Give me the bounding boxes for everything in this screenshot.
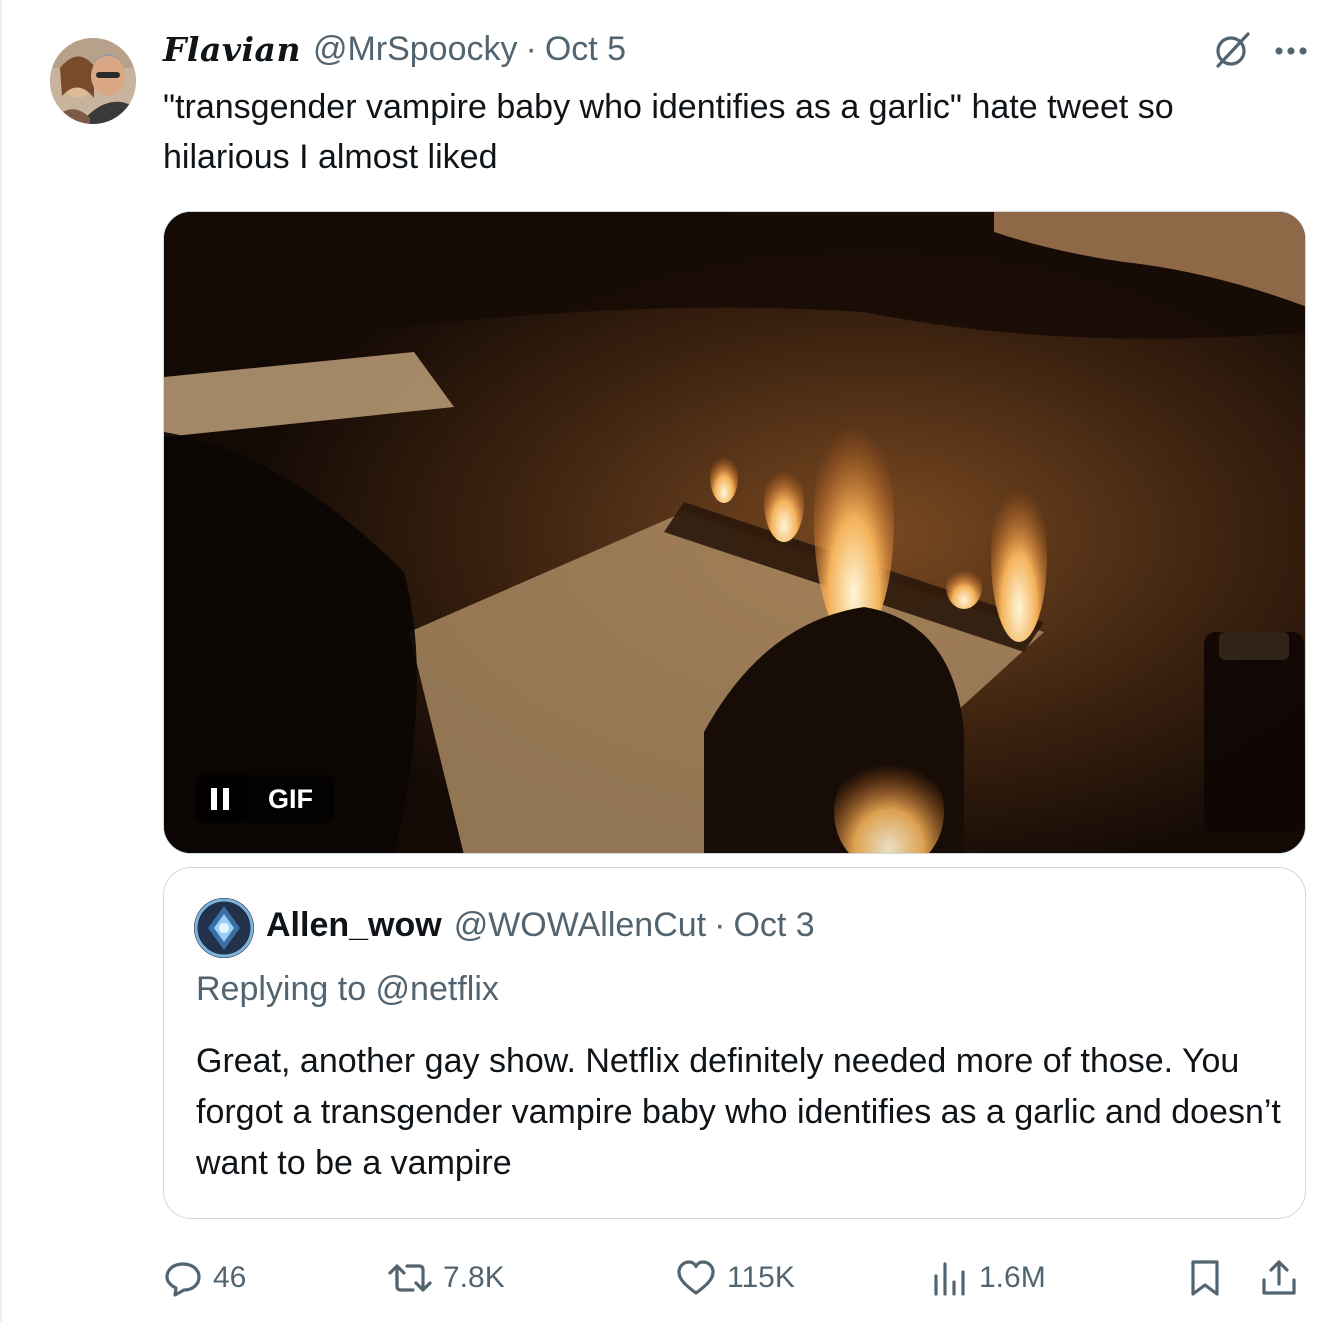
- quoted-author-display-name[interactable]: Allen_wow: [266, 906, 442, 945]
- bookmark-icon: [1191, 1260, 1219, 1296]
- quoted-header-separator: ·: [714, 906, 726, 944]
- tweet-date[interactable]: Oct 5: [545, 30, 626, 69]
- views-button[interactable]: 1.6M: [931, 1252, 1046, 1304]
- retweet-count: 7.8K: [443, 1261, 505, 1294]
- pause-icon: [208, 788, 232, 810]
- replying-to-label: Replying to: [196, 970, 376, 1008]
- views-bar-chart-icon: [934, 1262, 965, 1296]
- more-dots-icon[interactable]: [1274, 44, 1308, 62]
- share-icon: [1262, 1260, 1296, 1295]
- replying-to-mention[interactable]: @netflix: [376, 970, 499, 1008]
- tweet-top-icons: [1210, 28, 1308, 77]
- share-button[interactable]: [1259, 1252, 1309, 1304]
- author-display-name[interactable]: Flavian: [163, 30, 301, 69]
- tweet-text: "transgender vampire baby who identifies…: [163, 88, 1174, 176]
- quoted-author-handle[interactable]: @WOWAllenCut: [454, 906, 706, 945]
- quoted-author-avatar[interactable]: [194, 898, 254, 958]
- grok-slash-icon[interactable]: [1210, 28, 1254, 77]
- retweet-button[interactable]: 7.8K: [387, 1252, 505, 1304]
- reply-button[interactable]: 46: [163, 1252, 246, 1304]
- like-button[interactable]: 115K: [675, 1252, 795, 1304]
- quoted-tweet-text: Great, another gay show. Netflix definit…: [196, 1042, 1281, 1182]
- pause-button[interactable]: [196, 775, 244, 823]
- tweet-header: Flavian @MrSpoocky · Oct 5: [163, 26, 626, 72]
- replying-to: Replying to @netflix: [196, 970, 499, 1009]
- heart-icon: [677, 1260, 715, 1295]
- header-separator: ·: [525, 29, 537, 68]
- gif-media[interactable]: GIF: [163, 211, 1306, 854]
- action-bar: 46 7.8K 115K 1.6M: [163, 1252, 1306, 1304]
- retweet-icon: [388, 1264, 432, 1292]
- author-avatar[interactable]: [50, 38, 136, 124]
- reply-icon: [165, 1262, 201, 1297]
- reply-count: 46: [213, 1261, 247, 1294]
- views-count: 1.6M: [979, 1261, 1046, 1294]
- like-count: 115K: [727, 1261, 795, 1294]
- quoted-tweet-date[interactable]: Oct 3: [733, 906, 814, 945]
- quoted-tweet-header: Allen_wow @WOWAllenCut · Oct 3: [266, 906, 815, 945]
- author-handle[interactable]: @MrSpoocky: [313, 30, 518, 69]
- bookmark-button[interactable]: [1187, 1252, 1233, 1304]
- gif-controls: GIF: [196, 775, 333, 823]
- quoted-tweet[interactable]: Allen_wow @WOWAllenCut · Oct 3 Replying …: [163, 867, 1306, 1219]
- tweet[interactable]: Flavian @MrSpoocky · Oct 5 "transgender …: [0, 0, 1336, 1322]
- gif-badge: GIF: [244, 775, 333, 823]
